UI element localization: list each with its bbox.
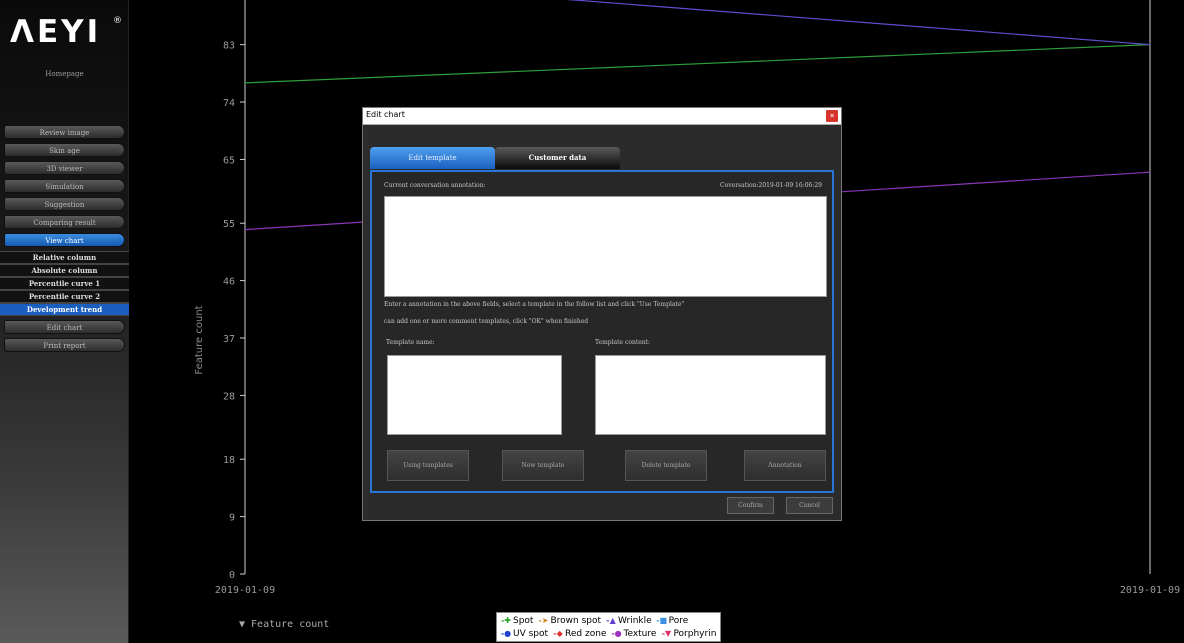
sub-development-trend[interactable]: Development trend	[0, 303, 129, 316]
legend-label: UV spot	[513, 628, 549, 639]
template-name-list[interactable]	[387, 355, 562, 435]
sidebar: ΛEYI ® Homepage Review image Skin age 3D…	[0, 0, 129, 643]
cancel-button[interactable]: Cancel	[786, 497, 833, 514]
legend-marker-icon: -✚	[500, 616, 512, 625]
y-tick-label: 37	[223, 334, 235, 345]
legend-label: Porphyrin	[673, 628, 717, 639]
legend-label: Pore	[668, 615, 689, 626]
chart-legend: -✚ Spot -➤ Brown spot -▲ Wrinkle -■ Pore -● UV s…	[496, 612, 721, 642]
nav-view-chart[interactable]: View chart	[4, 233, 125, 247]
homepage-link[interactable]: Homepage	[0, 70, 129, 78]
sub-percentile-curve-2[interactable]: Percentile curve 2	[0, 290, 129, 303]
legend-item-pore[interactable]: -■ Pore	[656, 615, 689, 626]
sub-absolute-column[interactable]: Absolute column	[0, 264, 129, 277]
y-tick-label: 9	[229, 513, 235, 524]
y-tick-label: 46	[223, 277, 235, 288]
legend-label: Spot	[513, 615, 534, 626]
conversation-timestamp: Coversation:2019-01-09 16:06:29	[720, 182, 822, 189]
registered-mark: ®	[113, 16, 122, 26]
legend-item-uv-spot[interactable]: -● UV spot	[500, 629, 548, 639]
sub-percentile-curve-1[interactable]: Percentile curve 1	[0, 277, 129, 290]
new-template-button[interactable]: New template	[502, 450, 584, 481]
y-tick-label: 55	[223, 219, 235, 230]
y-axis-title: Feature count	[194, 305, 205, 374]
sidebar-nav: Review image Skin age 3D viewer Simulati…	[0, 125, 129, 356]
legend-item-porphyrin[interactable]: -▼ Porphyrin	[660, 628, 717, 639]
template-content-label: Template content:	[595, 339, 651, 346]
nav-suggestion[interactable]: Suggestion	[4, 197, 125, 211]
delete-template-button[interactable]: Delete template	[625, 450, 707, 481]
y-tick-label: 65	[223, 155, 235, 166]
nav-simulation[interactable]: Simulation	[4, 179, 125, 193]
y-tick-label: 74	[223, 98, 235, 109]
legend-label: Texture	[623, 628, 657, 639]
legend-marker-icon: -➤	[538, 616, 549, 625]
nav-edit-chart[interactable]: Edit chart	[4, 320, 125, 334]
legend-label: Brown spot	[550, 615, 602, 626]
dialog-titlebar: Edit chart ×	[363, 108, 841, 125]
legend-marker-icon: -▼	[661, 629, 672, 638]
nav-review-image[interactable]: Review image	[4, 125, 125, 139]
nav-skin-age[interactable]: Skin age	[4, 143, 125, 157]
close-icon[interactable]: ×	[826, 110, 838, 122]
app-window: ΛEYI ® Homepage Review image Skin age 3D…	[0, 0, 1184, 643]
legend-item-spot[interactable]: -✚ Spot	[500, 616, 533, 626]
nav-comparing-result[interactable]: Comparing result	[4, 215, 125, 229]
template-name-label: Template name:	[386, 339, 435, 346]
edit-chart-dialog: Edit chart × Edit template Customer data…	[362, 107, 842, 521]
sub-relative-column[interactable]: Relative column	[0, 251, 129, 264]
using-templates-button[interactable]: Using templates	[387, 450, 469, 481]
y-tick-label: 28	[223, 391, 235, 402]
x-tick-label: 2019-01-09	[215, 585, 275, 596]
legend-item-red-zone[interactable]: -◆ Red zone	[552, 629, 606, 639]
legend-marker-icon: -◆	[553, 629, 563, 638]
tab-customer-data[interactable]: Customer data	[495, 147, 620, 169]
logo: ΛEYI ®	[10, 14, 122, 54]
x-tick-label: 2019-01-09	[1120, 585, 1180, 596]
annotation-button[interactable]: Annotation	[744, 450, 826, 481]
legend-row: -✚ Spot -➤ Brown spot -▲ Wrinkle -■ Pore	[500, 614, 717, 627]
legend-item-wrinkle[interactable]: -▲ Wrinkle	[605, 615, 652, 626]
y-tick-label: 18	[223, 455, 235, 466]
legend-item-texture[interactable]: -● Texture	[610, 629, 656, 639]
nav-3d-viewer[interactable]: 3D viewer	[4, 161, 125, 175]
current-annotation-label: Current conversation annotation:	[384, 182, 486, 189]
edit-template-panel: Current conversation annotation: Coversa…	[370, 170, 834, 493]
legend-row: -● UV spot -◆ Red zone -● Texture -▼ Porphyrin	[500, 627, 717, 640]
legend-label: Wrinkle	[618, 615, 652, 626]
instructions-line-1: Enter a annotation in the above fields, …	[384, 301, 685, 308]
dialog-title: Edit chart	[366, 110, 405, 119]
legend-marker-icon: -●	[500, 629, 512, 638]
legend-marker-icon: -▲	[606, 616, 616, 625]
y-tick-label: 0	[229, 570, 235, 581]
nav-print-report[interactable]: Print report	[4, 338, 125, 352]
logo-text: ΛEYI	[10, 14, 102, 50]
series-line-wrinkle[interactable]	[245, 0, 1151, 46]
template-content-field[interactable]	[595, 355, 826, 435]
series-line-spot[interactable]	[244, 44, 1151, 84]
legend-label: Red zone	[565, 628, 607, 639]
confirm-button[interactable]: Confirm	[727, 497, 774, 514]
legend-item-brown-spot[interactable]: -➤ Brown spot	[537, 616, 601, 626]
instructions-line-2: can add one or more comment templates, c…	[384, 318, 589, 325]
annotation-textarea[interactable]	[384, 196, 827, 297]
legend-marker-icon: -■	[656, 616, 668, 625]
series-toggle[interactable]: ▼ Feature count	[239, 619, 329, 630]
tab-edit-template[interactable]: Edit template	[370, 147, 495, 169]
y-tick-label: 83	[223, 41, 235, 52]
legend-marker-icon: -●	[611, 629, 622, 638]
